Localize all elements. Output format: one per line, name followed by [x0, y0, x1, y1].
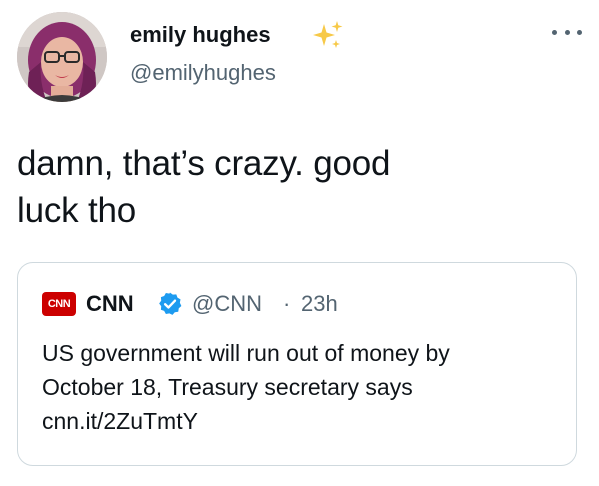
author-handle[interactable]: @emilyhughes	[130, 60, 276, 86]
verified-icon	[159, 292, 182, 315]
meta-separator: ·	[283, 291, 291, 316]
quoted-tweet-text: US government will run out of money by O…	[42, 336, 562, 438]
more-icon[interactable]	[552, 26, 582, 38]
quoted-timestamp[interactable]: 23h	[301, 291, 338, 317]
more-dot	[552, 29, 557, 35]
quoted-display-name[interactable]: CNN	[86, 291, 134, 317]
quoted-text-line: US government will run out of money by	[42, 340, 450, 366]
quoted-tweet-card[interactable]: CNN CNN @CNN · 23h US government will ru…	[17, 262, 577, 466]
quoted-handle[interactable]: @CNN	[192, 291, 262, 317]
more-dot	[577, 29, 582, 35]
more-dot	[564, 29, 570, 35]
cnn-logo: CNN	[42, 292, 76, 316]
avatar[interactable]	[17, 12, 107, 102]
author-display-name[interactable]: emily hughes	[130, 22, 271, 48]
sparkles-icon	[313, 21, 343, 48]
tweet-text: damn, that’s crazy. good luck tho	[17, 144, 391, 230]
quoted-text-line: October 18, Treasury secretary says	[42, 374, 413, 400]
avatar-image	[17, 12, 107, 102]
tweet: emily hughes @emilyhughes damn, that’s c…	[0, 0, 599, 486]
quoted-link[interactable]: cnn.it/2ZuTmtY	[42, 408, 198, 434]
